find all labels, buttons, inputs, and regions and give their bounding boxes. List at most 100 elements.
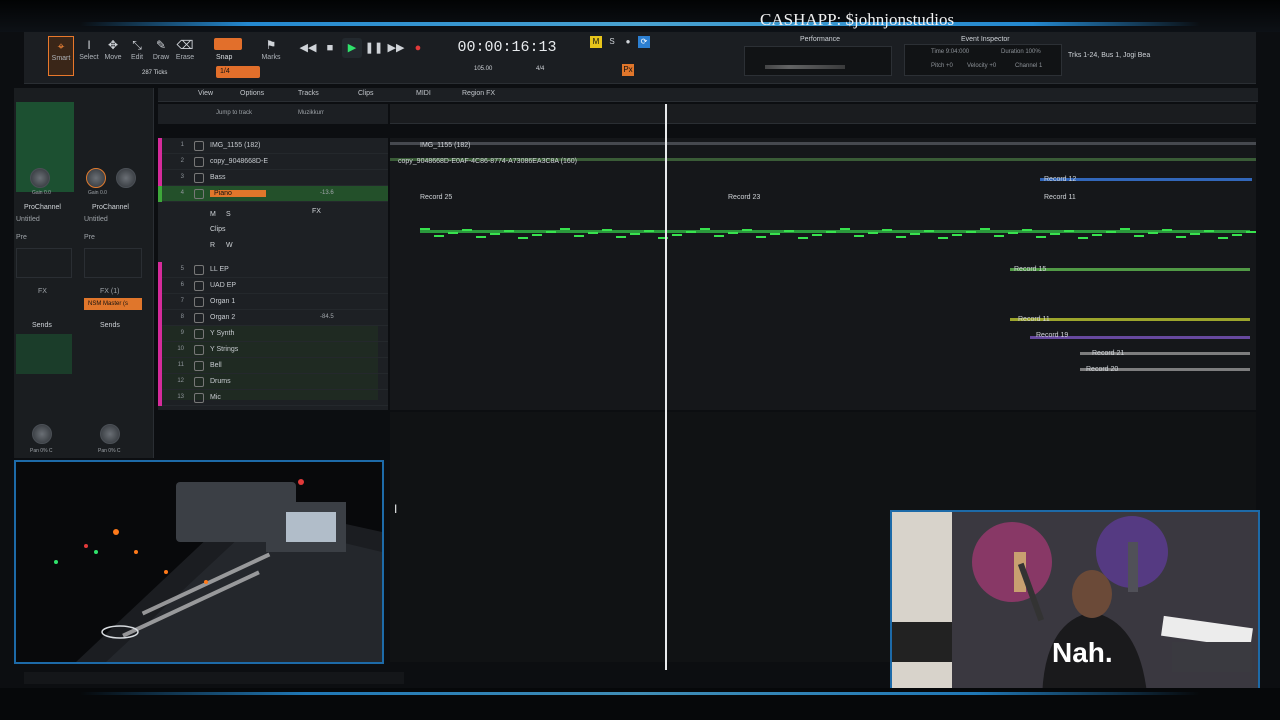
midi-note[interactable] — [1064, 230, 1074, 232]
move-tool-button[interactable]: ✥ Move — [100, 36, 126, 76]
pause-button[interactable]: ❚❚ — [364, 38, 384, 58]
midi-note[interactable] — [602, 229, 612, 231]
midi-note[interactable] — [714, 235, 724, 237]
midi-note[interactable] — [616, 236, 626, 238]
track-name[interactable]: IMG_1155 (182) — [210, 142, 260, 149]
track-name[interactable]: Organ 2 — [210, 314, 235, 321]
midi-note[interactable] — [896, 236, 906, 238]
fast-forward-button[interactable]: ▶▶ — [386, 38, 406, 58]
track-name[interactable]: Mic — [210, 394, 221, 401]
midi-note[interactable] — [630, 233, 640, 235]
midi-note[interactable] — [840, 228, 850, 230]
midi-note[interactable] — [1036, 236, 1046, 238]
gain-knob-left[interactable] — [30, 168, 50, 188]
midi-note[interactable] — [910, 233, 920, 235]
midi-note[interactable] — [1148, 232, 1158, 234]
play-button[interactable]: ▶ — [342, 38, 362, 58]
loop-button[interactable]: ⟳ — [638, 36, 650, 48]
left-prochannel-label[interactable]: ProChannel — [24, 204, 61, 211]
midi-note[interactable] — [812, 234, 822, 236]
left-fx-label[interactable]: FX — [38, 288, 47, 295]
track-row[interactable]: 5 LL EP — [158, 262, 388, 278]
midi-note[interactable] — [868, 232, 878, 234]
midi-note[interactable] — [644, 230, 654, 232]
midi-note[interactable] — [672, 234, 682, 236]
track-name[interactable]: Drums — [210, 378, 231, 385]
meter-value[interactable]: 4/4 — [536, 66, 544, 72]
clip-waveform[interactable] — [390, 142, 1256, 145]
midi-note[interactable] — [924, 230, 934, 232]
midi-note[interactable] — [1176, 236, 1186, 238]
track-name[interactable]: UAD EP — [210, 282, 236, 289]
left-sends-label[interactable]: Sends — [32, 322, 52, 329]
pan-knob-left[interactable] — [32, 424, 52, 444]
left-pre-label[interactable]: Pre — [16, 234, 27, 241]
snap-toggle[interactable] — [214, 38, 242, 50]
track-row[interactable]: 13 Mic — [158, 390, 388, 406]
read-automation-button[interactable]: R — [210, 242, 215, 249]
midi-note[interactable] — [1204, 230, 1214, 232]
fx-bin-button[interactable]: FX — [312, 208, 321, 215]
track-row[interactable]: 10 Y Strings — [158, 342, 388, 358]
metronome-m-button[interactable]: M — [590, 36, 602, 48]
midi-note[interactable] — [742, 229, 752, 231]
track-name[interactable]: Y Strings — [210, 346, 238, 353]
metronome-s-button[interactable]: S — [606, 36, 618, 48]
midi-note[interactable] — [448, 232, 458, 234]
midi-note[interactable] — [1078, 237, 1088, 239]
view-menu[interactable]: View — [198, 90, 213, 97]
clip-label[interactable]: Record 11 — [1018, 316, 1050, 323]
track-name[interactable]: Bell — [210, 362, 222, 369]
select-tool-button[interactable]: I Select — [76, 36, 102, 76]
midi-note[interactable] — [784, 230, 794, 232]
track-volume[interactable]: -84.5 — [320, 314, 334, 320]
track-row[interactable]: 12 Drums — [158, 374, 388, 390]
inspector-velocity[interactable]: Velocity +0 — [967, 63, 996, 69]
workspace-label[interactable]: Muzikkurr — [298, 110, 324, 116]
track-volume[interactable]: -13.6 — [320, 190, 334, 196]
midi-note[interactable] — [1120, 228, 1130, 230]
midi-note[interactable] — [532, 234, 542, 236]
track-row[interactable]: 4 Piano -13.6 — [158, 186, 388, 202]
solo-button[interactable]: S — [226, 211, 231, 218]
track-name[interactable]: Piano — [210, 190, 266, 197]
midi-note[interactable] — [574, 235, 584, 237]
midi-note[interactable] — [938, 237, 948, 239]
midi-note[interactable] — [434, 235, 444, 237]
midi-menu[interactable]: MIDI — [416, 90, 431, 97]
px-button[interactable]: Px — [622, 64, 634, 76]
midi-note[interactable] — [798, 237, 808, 239]
track-row[interactable]: 7 Organ 1 — [158, 294, 388, 310]
midi-note[interactable] — [504, 230, 514, 232]
track-row[interactable]: 11 Bell — [158, 358, 388, 374]
midi-note[interactable] — [980, 228, 990, 230]
options-menu[interactable]: Options — [240, 90, 264, 97]
clip-label[interactable]: Record 20 — [1086, 366, 1118, 373]
erase-tool-button[interactable]: ⌫ Erase — [172, 36, 198, 76]
track-name[interactable]: LL EP — [210, 266, 229, 273]
time-display[interactable]: 00:00:16:13 — [452, 36, 562, 60]
clip-label[interactable]: copy_9048668D-E0AF-4C86-8774-A73086EA3C8… — [398, 158, 577, 165]
midi-note[interactable] — [728, 232, 738, 234]
midi-note[interactable] — [1162, 229, 1172, 231]
mute-button[interactable]: M — [210, 211, 216, 218]
midi-note[interactable] — [1190, 233, 1200, 235]
right-pre-label[interactable]: Pre — [84, 234, 95, 241]
track-name[interactable]: Bass — [210, 174, 226, 181]
midi-note[interactable] — [994, 235, 1004, 237]
rewind-button[interactable]: ◀◀ — [298, 38, 318, 58]
now-time-marker[interactable] — [665, 104, 667, 670]
midi-note[interactable] — [546, 231, 556, 233]
inspector-time[interactable]: Time 9:04:000 — [931, 49, 969, 55]
track-row[interactable]: 1 IMG_1155 (182) — [158, 138, 388, 154]
clips-dropdown[interactable]: Clips — [210, 226, 226, 233]
midi-note[interactable] — [560, 228, 570, 230]
markers-button[interactable]: ⚑ Marks — [258, 36, 284, 76]
midi-note[interactable] — [700, 228, 710, 230]
midi-note[interactable] — [1022, 229, 1032, 231]
midi-note[interactable] — [686, 231, 696, 233]
midi-note[interactable] — [1246, 231, 1256, 233]
left-eq-graph[interactable] — [16, 248, 72, 278]
midi-note[interactable] — [770, 233, 780, 235]
midi-note[interactable] — [952, 234, 962, 236]
